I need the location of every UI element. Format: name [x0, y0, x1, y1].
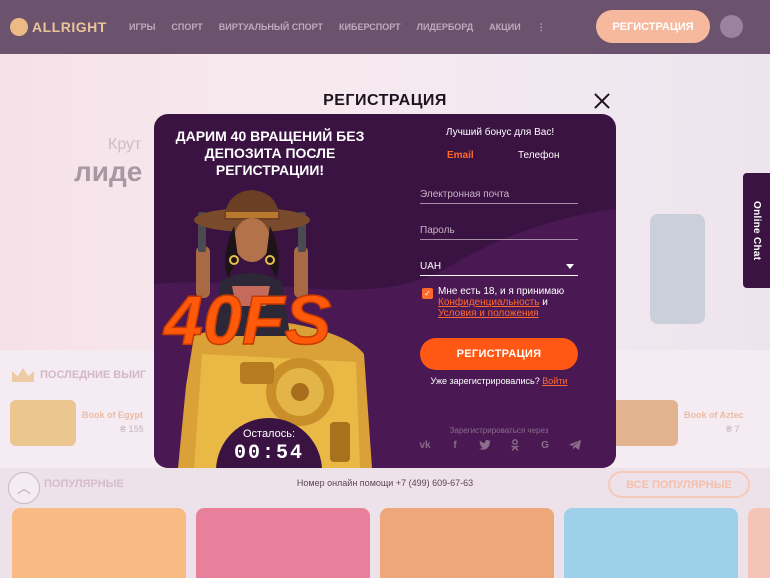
email-input[interactable]	[420, 185, 578, 204]
terms-agreement: ✓ Мне есть 18, и я принимаю Конфиденциал…	[422, 286, 580, 319]
timer-label: Осталось:	[242, 428, 296, 440]
best-bonus-text: Лучший бонус для Вас!	[445, 127, 555, 138]
tab-email[interactable]: Email	[447, 150, 474, 161]
terms-link[interactable]: Условия и положения	[438, 308, 539, 319]
tab-phone[interactable]: Телефон	[518, 150, 559, 161]
currency-value: UAH	[420, 261, 442, 272]
registration-modal: ДАРИМ 40 ВРАЩЕНИЙ БЕЗ ДЕПОЗИТА ПОСЛЕ РЕГ…	[154, 114, 616, 468]
twitter-icon[interactable]	[478, 438, 492, 452]
telegram-icon[interactable]	[568, 438, 582, 452]
promo-title: ДАРИМ 40 ВРАЩЕНИЙ БЕЗ ДЕПОЗИТА ПОСЛЕ РЕГ…	[175, 128, 365, 178]
help-phone-text: Номер онлайн помощи +7 (499) 609-67-63	[296, 478, 474, 488]
register-via-text: Зарегистрироваться через	[449, 426, 549, 435]
privacy-link[interactable]: Конфиденциальность	[438, 297, 539, 308]
close-icon[interactable]	[592, 91, 612, 111]
password-input[interactable]	[420, 221, 578, 240]
social-login-row: vk f G	[418, 438, 582, 452]
registration-form: Лучший бонус для Вас! Email Телефон UAH …	[418, 114, 582, 468]
currency-select[interactable]: UAH	[420, 258, 578, 276]
already-registered: Уже зарегистрировались? Войти	[414, 376, 584, 386]
vk-icon[interactable]: vk	[418, 438, 432, 452]
email-field[interactable]	[420, 184, 578, 204]
agree-and: и	[542, 297, 548, 308]
already-registered-text: Уже зарегистрировались?	[430, 376, 540, 386]
password-field[interactable]	[420, 220, 578, 240]
odnoklassniki-icon[interactable]	[508, 438, 522, 452]
online-chat-tab[interactable]: Online Chat	[743, 173, 770, 288]
facebook-icon[interactable]: f	[448, 438, 462, 452]
timer-value: 00:54	[233, 442, 304, 465]
agree-checkbox[interactable]: ✓	[422, 288, 433, 299]
online-chat-label: Online Chat	[751, 200, 762, 261]
forty-free-spins-text: 40FS	[162, 281, 331, 359]
login-link[interactable]: Войти	[542, 376, 567, 386]
google-icon[interactable]: G	[538, 438, 552, 452]
chevron-down-icon	[566, 264, 574, 269]
register-submit-button[interactable]: РЕГИСТРАЦИЯ	[420, 338, 578, 370]
modal-title: РЕГИСТРАЦИЯ	[323, 92, 447, 109]
agree-text: Мне есть 18, и я принимаю	[438, 286, 565, 297]
